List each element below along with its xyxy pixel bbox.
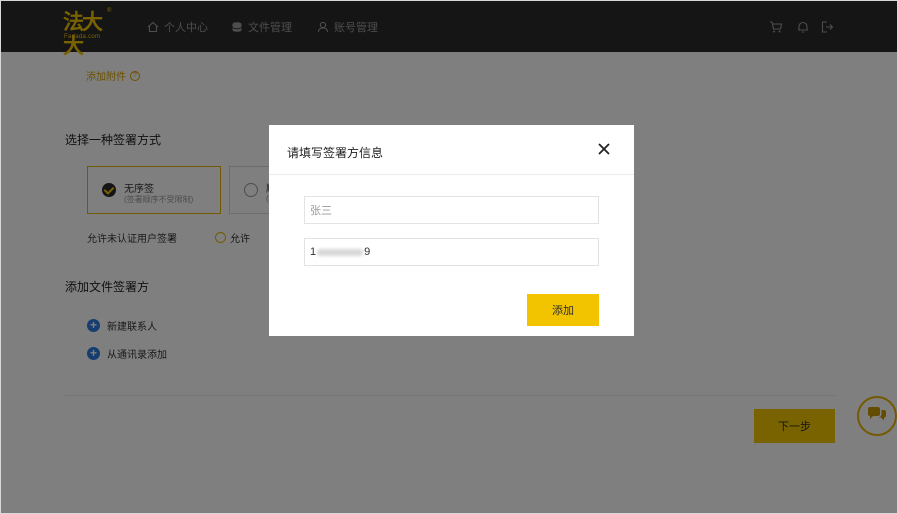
phone-suffix: 9: [364, 246, 371, 258]
phone-field[interactable]: 1 9: [304, 238, 599, 266]
dialog-header: 请填写签署方信息: [269, 125, 634, 175]
name-field[interactable]: 张三: [304, 196, 599, 224]
browser-frame: 法大大 ® Fadada.com 个人中心 文件管理 账号管理 添加附件: [0, 0, 898, 514]
close-icon[interactable]: [597, 142, 611, 156]
phone-prefix: 1: [310, 246, 317, 258]
name-field-value: 张三: [310, 205, 332, 217]
phone-redacted: [317, 248, 364, 256]
add-signer-button[interactable]: 添加: [527, 294, 599, 326]
signer-info-dialog: 请填写签署方信息 张三 1 9 添加: [269, 125, 634, 336]
dialog-title: 请填写签署方信息: [287, 146, 384, 160]
